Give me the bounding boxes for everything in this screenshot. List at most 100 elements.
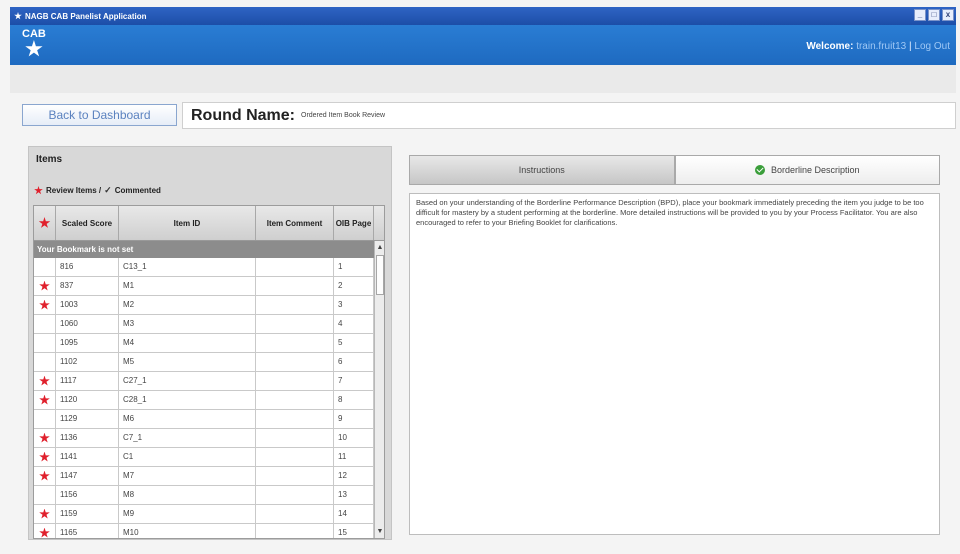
- row-oib-page: 15: [334, 524, 374, 538]
- row-item-id: M10: [119, 524, 256, 538]
- row-item-id: C28_1: [119, 391, 256, 409]
- review-star-icon: [39, 375, 50, 386]
- row-star-cell: [34, 258, 56, 276]
- table-row[interactable]: 837 M1 2: [34, 277, 374, 296]
- row-scaled-score: 1120: [56, 391, 119, 409]
- row-item-id: M1: [119, 277, 256, 295]
- table-row[interactable]: 1060 M3 4: [34, 315, 374, 334]
- bookmark-status-row: Your Bookmark is not set: [34, 241, 374, 258]
- app-icon: [14, 12, 22, 20]
- scroll-down-icon[interactable]: ▼: [376, 527, 384, 537]
- close-button[interactable]: x: [942, 9, 954, 21]
- maximize-button[interactable]: □: [928, 9, 940, 21]
- tab-borderline-label: Borderline Description: [770, 165, 860, 175]
- header-scaled-score[interactable]: Scaled Score: [56, 206, 119, 240]
- review-star-icon: [39, 470, 50, 481]
- table-body: 816 C13_1 1 837 M1 2 1003 M2 3 1060 M3 4 1095 M4 5 1102…: [34, 258, 374, 538]
- table-row[interactable]: 1165 M10 15: [34, 524, 374, 538]
- back-to-dashboard-button[interactable]: Back to Dashboard: [22, 104, 177, 126]
- table-header: Scaled Score Item ID Item Comment OIB Pa…: [34, 206, 384, 241]
- row-scaled-score: 816: [56, 258, 119, 276]
- row-oib-page: 1: [334, 258, 374, 276]
- logo-text: CAB: [22, 28, 46, 40]
- row-item-id: M4: [119, 334, 256, 352]
- table-row[interactable]: 1120 C28_1 8: [34, 391, 374, 410]
- review-star-icon: [39, 280, 50, 291]
- items-table: Scaled Score Item ID Item Comment OIB Pa…: [33, 205, 385, 539]
- row-scaled-score: 1136: [56, 429, 119, 447]
- app-header: CAB Welcome: train.fruit13 | Log Out: [10, 25, 956, 65]
- username-link[interactable]: train.fruit13: [856, 41, 906, 52]
- row-scaled-score: 1165: [56, 524, 119, 538]
- row-item-comment: [256, 391, 334, 409]
- row-item-comment: [256, 410, 334, 428]
- row-item-comment: [256, 467, 334, 485]
- row-oib-page: 14: [334, 505, 374, 523]
- header-item-id[interactable]: Item ID: [119, 206, 256, 240]
- row-oib-page: 9: [334, 410, 374, 428]
- row-star-cell: [34, 277, 56, 295]
- row-oib-page: 12: [334, 467, 374, 485]
- table-row[interactable]: 1141 C1 11: [34, 448, 374, 467]
- commented-check-icon: ✓: [104, 185, 112, 195]
- review-star-icon: [39, 451, 50, 462]
- row-oib-page: 6: [334, 353, 374, 371]
- table-row[interactable]: 816 C13_1 1: [34, 258, 374, 277]
- header-star-icon: [38, 217, 51, 228]
- tab-borderline-description[interactable]: Borderline Description: [674, 155, 940, 185]
- table-row[interactable]: 1159 M9 14: [34, 505, 374, 524]
- row-star-cell: [34, 296, 56, 314]
- table-row[interactable]: 1147 M7 12: [34, 467, 374, 486]
- scroll-thumb[interactable]: [376, 255, 384, 295]
- minimize-button[interactable]: _: [914, 9, 926, 21]
- row-oib-page: 8: [334, 391, 374, 409]
- logout-link[interactable]: Log Out: [914, 41, 950, 52]
- row-star-cell: [34, 429, 56, 447]
- tab-instructions[interactable]: Instructions: [409, 155, 675, 185]
- row-scaled-score: 1129: [56, 410, 119, 428]
- row-star-cell: [34, 505, 56, 523]
- table-row[interactable]: 1129 M6 9: [34, 410, 374, 429]
- review-star-icon: [39, 299, 50, 310]
- check-circle-icon: [754, 165, 765, 175]
- row-item-id: M5: [119, 353, 256, 371]
- row-oib-page: 7: [334, 372, 374, 390]
- row-item-id: M9: [119, 505, 256, 523]
- row-scaled-score: 1156: [56, 486, 119, 504]
- row-oib-page: 10: [334, 429, 374, 447]
- scroll-up-icon[interactable]: ▲: [376, 243, 384, 253]
- table-row[interactable]: 1117 C27_1 7: [34, 372, 374, 391]
- row-item-comment: [256, 315, 334, 333]
- header-item-comment[interactable]: Item Comment: [256, 206, 334, 240]
- header-star-column[interactable]: [34, 206, 56, 240]
- row-item-id: C27_1: [119, 372, 256, 390]
- row-scaled-score: 1095: [56, 334, 119, 352]
- row-oib-page: 2: [334, 277, 374, 295]
- table-row[interactable]: 1102 M5 6: [34, 353, 374, 372]
- table-row[interactable]: 1095 M4 5: [34, 334, 374, 353]
- row-star-cell: [34, 524, 56, 538]
- row-scaled-score: 1102: [56, 353, 119, 371]
- header-scroll-spacer: [374, 206, 384, 240]
- description-panel: Based on your understanding of the Borde…: [409, 193, 940, 535]
- table-scrollbar[interactable]: ▲ ▼: [374, 241, 384, 538]
- row-oib-page: 4: [334, 315, 374, 333]
- table-row[interactable]: 1156 M8 13: [34, 486, 374, 505]
- items-title: Items: [36, 154, 63, 165]
- items-panel: Items Review Items / ✓ Commented Scaled …: [28, 146, 392, 540]
- items-legend: Review Items / ✓ Commented: [34, 185, 161, 196]
- row-scaled-score: 1003: [56, 296, 119, 314]
- window-controls: _ □ x: [914, 9, 954, 21]
- review-star-icon: [39, 527, 50, 538]
- table-row[interactable]: 1136 C7_1 10: [34, 429, 374, 448]
- row-scaled-score: 1159: [56, 505, 119, 523]
- row-item-comment: [256, 296, 334, 314]
- round-name-bar: Round Name: Ordered Item Book Review: [182, 102, 956, 129]
- cab-logo: CAB: [22, 29, 46, 58]
- table-row[interactable]: 1003 M2 3: [34, 296, 374, 315]
- row-item-id: M6: [119, 410, 256, 428]
- row-item-comment: [256, 372, 334, 390]
- title-bar: NAGB CAB Panelist Application _ □ x: [10, 7, 956, 25]
- star-icon: [25, 40, 43, 57]
- header-oib-page[interactable]: OIB Page: [334, 206, 374, 240]
